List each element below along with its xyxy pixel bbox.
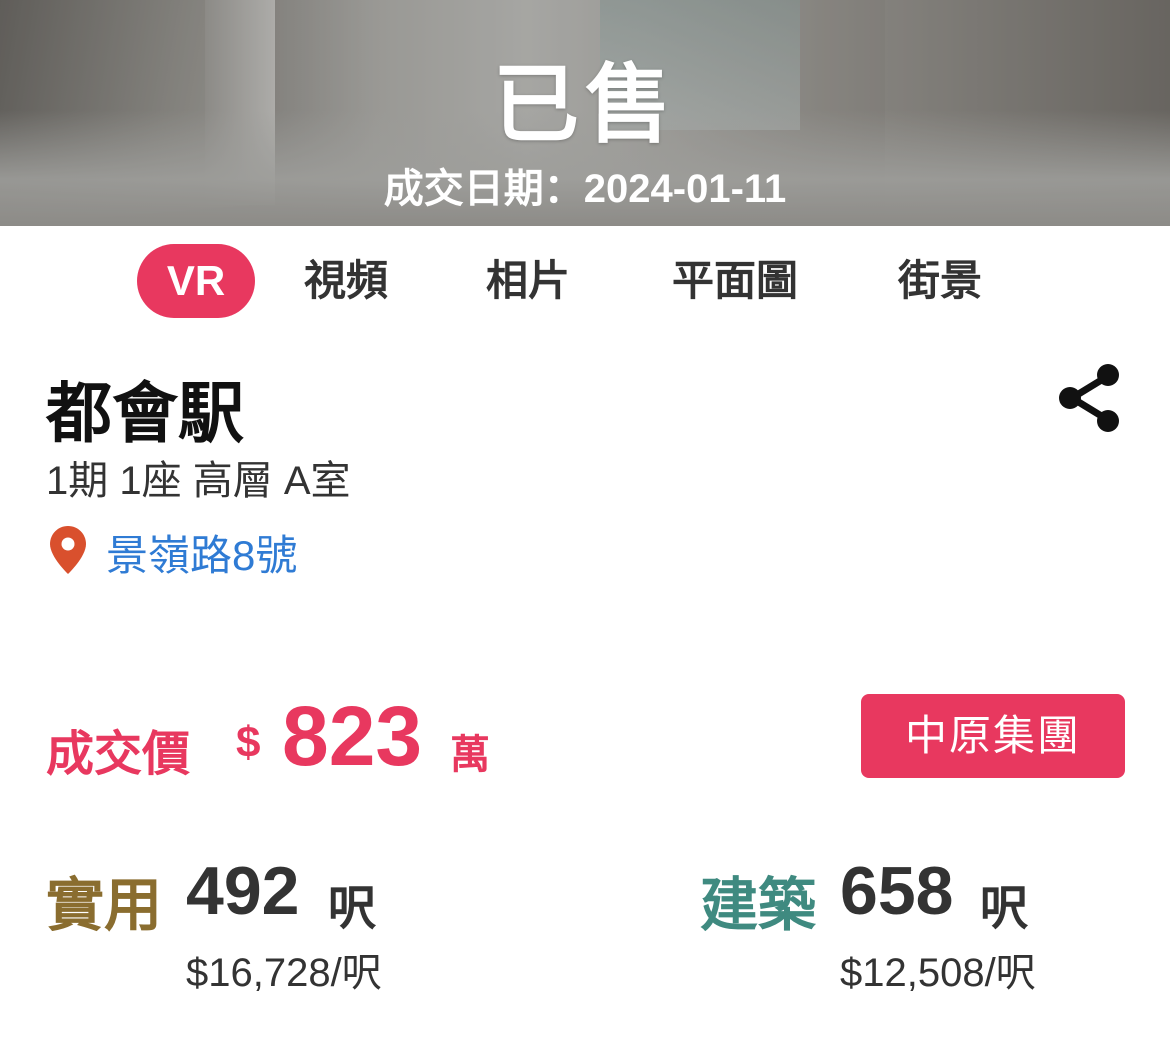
price-value: 823 <box>282 689 423 783</box>
unit-description: 1期 1座 高層 A室 <box>46 459 351 503</box>
gross-area-unit: 呎 <box>980 882 1029 935</box>
address-text: 景嶺路8號 <box>106 532 298 579</box>
tab-floor-plan[interactable]: 平面圖 <box>655 244 815 318</box>
tab-vr[interactable]: VR <box>137 244 255 318</box>
share-icon[interactable] <box>1055 362 1125 434</box>
deal-date: 成交日期：2024-01-11 <box>383 167 787 211</box>
tab-photos[interactable]: 相片 <box>472 244 584 318</box>
media-tabs: VR 視頻 相片 平面圖 街景 <box>0 244 1170 318</box>
location-pin-icon <box>50 526 86 574</box>
tab-street-view[interactable]: 街景 <box>884 244 996 318</box>
property-name: 都會駅 <box>46 376 244 450</box>
hero-photo-banner[interactable]: 已售 成交日期：2024-01-11 <box>0 0 1170 226</box>
sold-status-title: 已售 <box>493 57 677 153</box>
gross-area-value: 658 <box>840 853 954 929</box>
saleable-area-block: 實用 492 呎 $16,728/呎 <box>46 852 466 1012</box>
price-row: 成交價 $ 823 萬 中原集團 <box>46 688 1126 784</box>
saleable-area-label: 實用 <box>46 873 163 938</box>
gross-area-label: 建築 <box>700 873 817 938</box>
saleable-area-unit: 呎 <box>328 882 377 935</box>
agency-button[interactable]: 中原集團 <box>861 694 1125 778</box>
gross-price-per-sqft: $12,508/呎 <box>840 951 1036 995</box>
price-unit: 萬 <box>450 733 490 777</box>
saleable-area-value: 492 <box>186 853 300 929</box>
tab-video[interactable]: 視頻 <box>290 244 402 318</box>
saleable-price-per-sqft: $16,728/呎 <box>186 951 382 995</box>
price-label: 成交價 <box>46 728 191 781</box>
price-currency: $ <box>236 718 261 767</box>
gross-area-block: 建築 658 呎 $12,508/呎 <box>700 852 1130 1012</box>
